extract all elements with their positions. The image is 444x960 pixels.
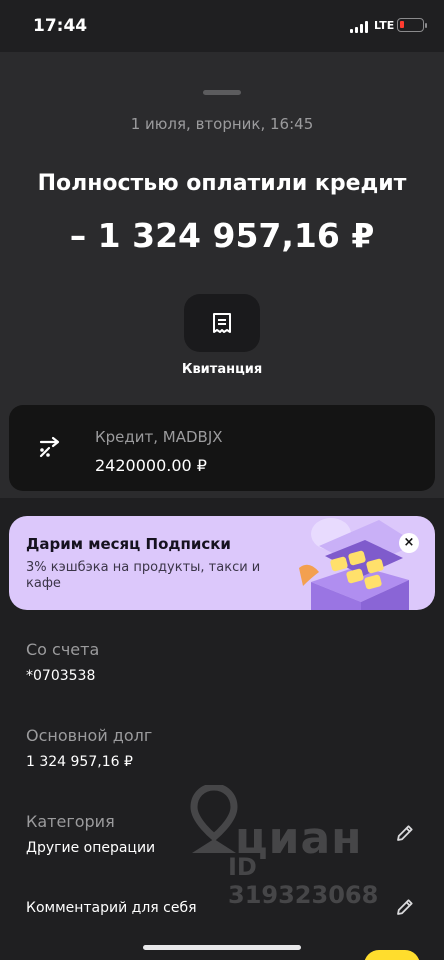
promo-title: Дарим месяц Подписки — [26, 535, 231, 553]
close-icon[interactable]: × — [399, 533, 419, 553]
edit-comment-icon[interactable] — [395, 897, 415, 917]
receipt-label[interactable]: Квитанция — [0, 362, 444, 377]
credit-sum: 2420000.00 ₽ — [95, 456, 207, 475]
transfer-icon — [39, 436, 60, 458]
debt-value: 1 324 957,16 ₽ — [26, 754, 133, 770]
credit-card[interactable]: Кредит, MADBJX 2420000.00 ₽ — [9, 405, 435, 491]
category-label: Категория — [26, 812, 115, 831]
status-time: 17:44 — [33, 16, 88, 36]
promo-banner[interactable]: Дарим месяц Подписки 3% кэшбэка на проду… — [9, 516, 435, 610]
support-chat-button[interactable] — [364, 950, 420, 960]
sheet-grabber[interactable] — [203, 90, 241, 95]
watermark-logo: циан ID 319323068 — [190, 783, 378, 909]
receipt-icon — [213, 313, 231, 333]
category-value[interactable]: Другие операции — [26, 840, 155, 856]
account-label: Со счета — [26, 640, 100, 659]
status-bar: 17:44 LTE — [0, 0, 444, 52]
receipt-button[interactable] — [184, 294, 260, 352]
page-title: Полностью оплатили кредит — [37, 171, 407, 196]
credit-name: Кредит, MADBJX — [95, 428, 223, 446]
battery-nub — [425, 23, 427, 28]
transaction-amount: – 1 324 957,16 ₽ — [69, 216, 375, 255]
account-value: *0703538 — [26, 668, 96, 684]
map-pin-icon — [190, 783, 238, 853]
transaction-date: 1 июля, вторник, 16:45 — [130, 115, 314, 133]
battery-icon — [397, 18, 424, 32]
comment-label[interactable]: Комментарий для себя — [26, 900, 197, 916]
network-type: LTE — [374, 19, 395, 32]
watermark-id: ID 319323068 — [228, 853, 379, 909]
gift-box-icon — [299, 518, 417, 610]
signal-icon — [350, 21, 370, 33]
promo-description: 3% кэшбэка на продукты, такси и кафе — [26, 560, 261, 591]
debt-label: Основной долг — [26, 726, 153, 745]
home-indicator[interactable] — [143, 945, 301, 950]
edit-category-icon[interactable] — [395, 823, 415, 843]
